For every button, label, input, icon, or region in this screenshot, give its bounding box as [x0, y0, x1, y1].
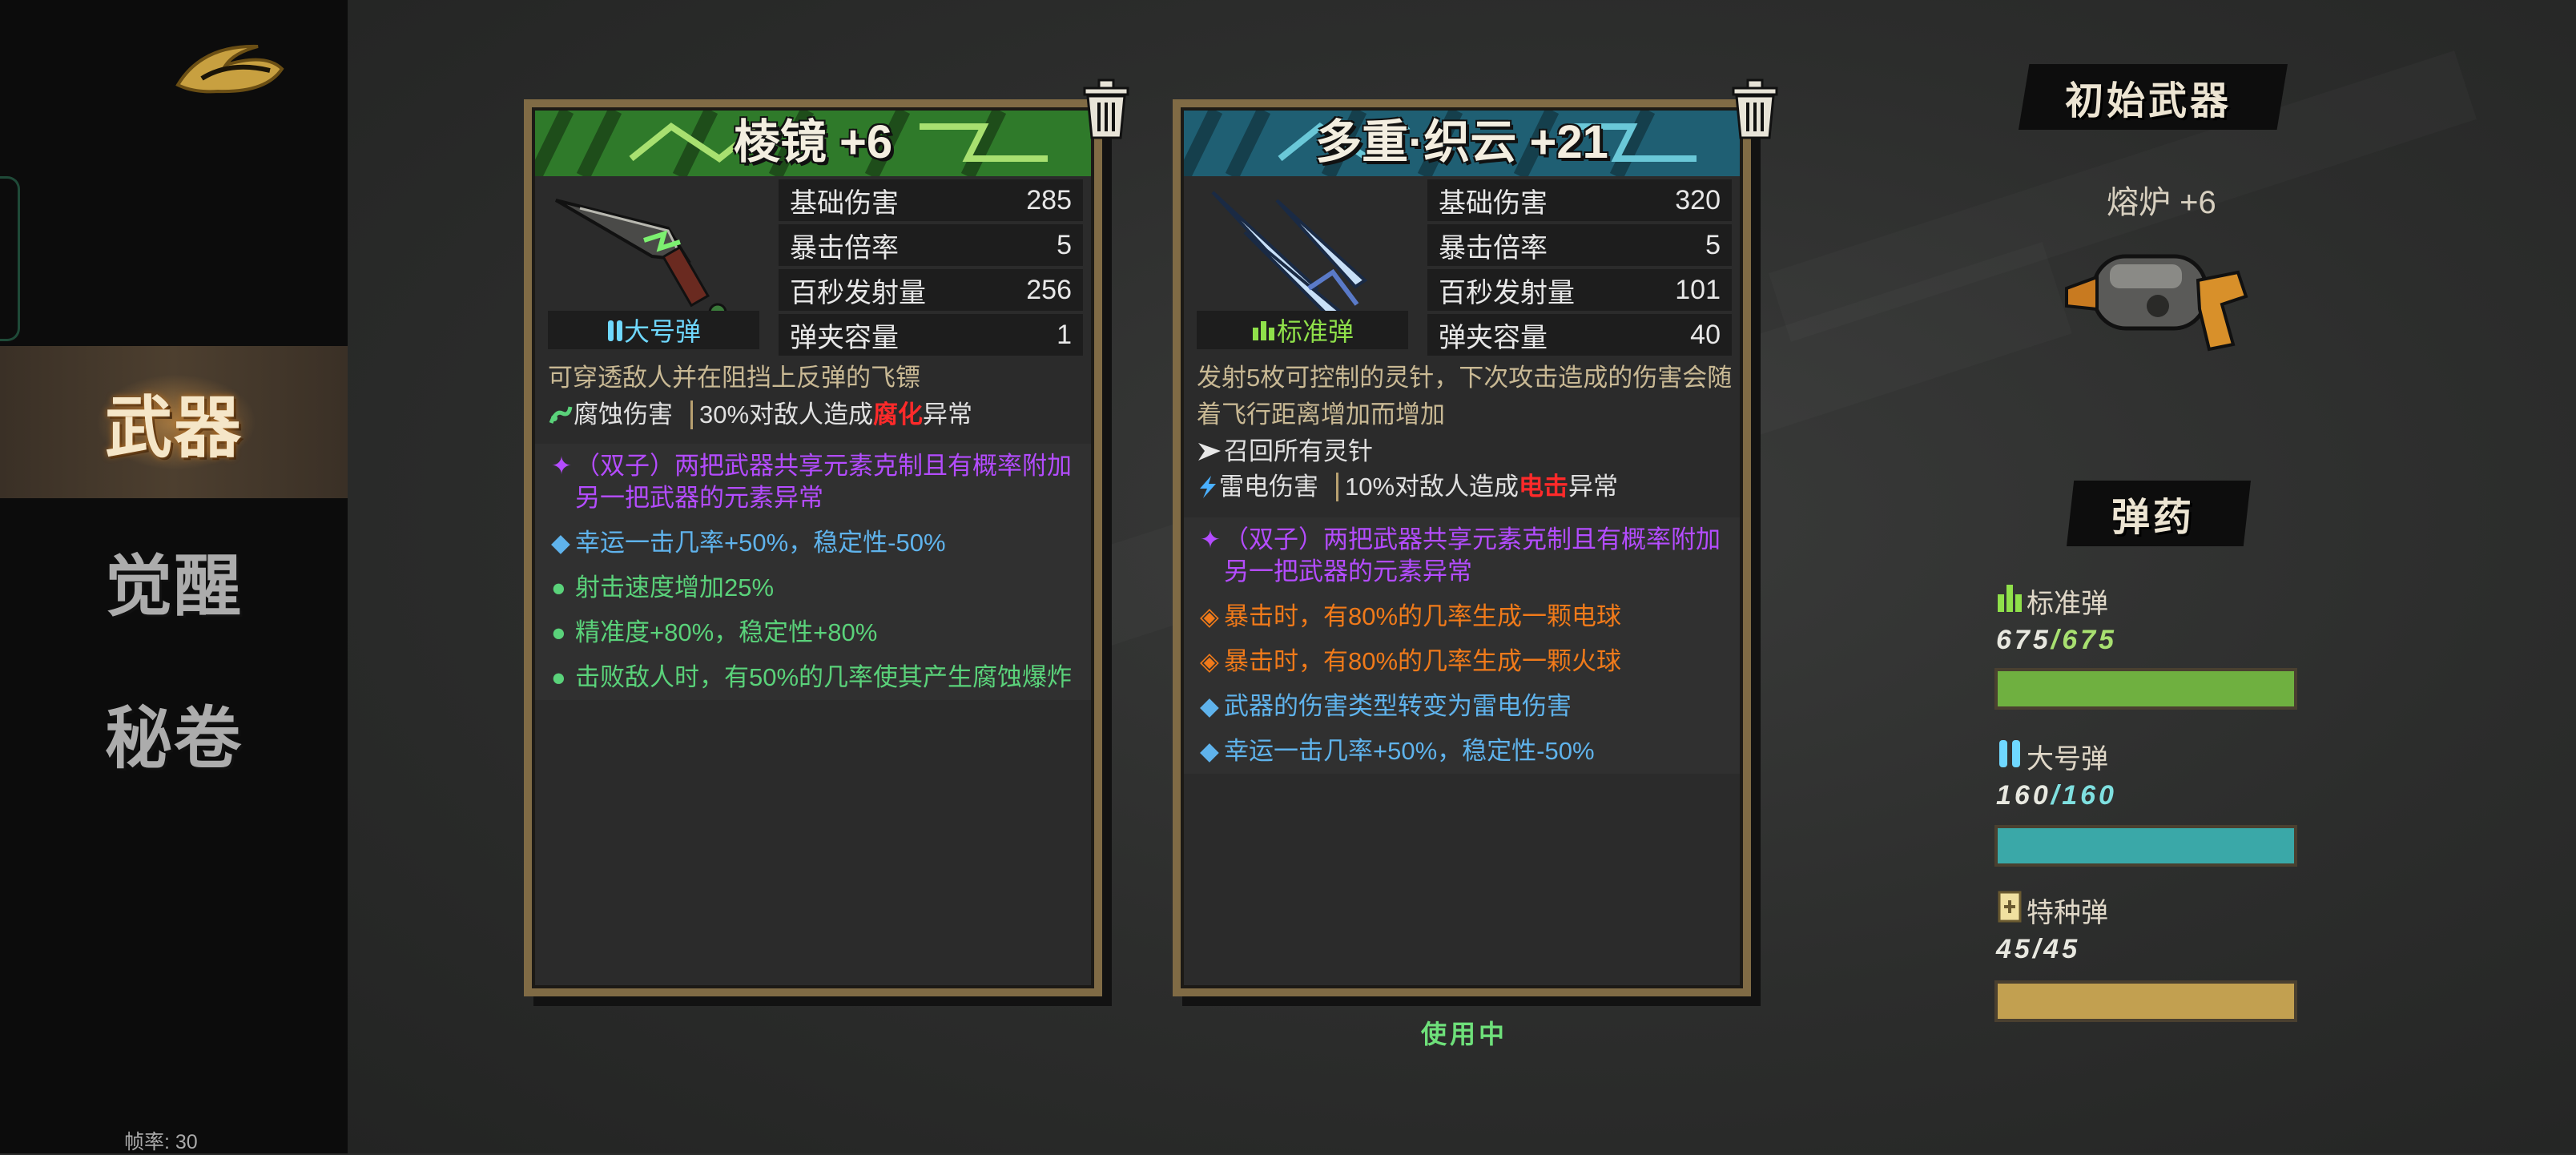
- stat-row: 百秒发射量 256: [779, 269, 1083, 311]
- game-logo-icon: [175, 44, 284, 94]
- damage-line: 雷电伤害 10%对敌人造成 电击 异常: [1197, 469, 1733, 505]
- damage-effect-pre: 30%对敌人造成: [699, 400, 874, 429]
- ammo-heading: 弹药: [2111, 495, 2196, 540]
- stat-value: 285: [1026, 184, 1072, 215]
- weapon-card-2[interactable]: 多重·织云 +21 标准弹 基础伤害 320 暴击倍率 5 百秒发射量 101 弹夹容…: [1173, 78, 1778, 996]
- damage-type: 腐蚀伤害: [574, 400, 673, 429]
- damage-line: 腐蚀伤害 30%对敌人造成 腐化 异常: [548, 397, 1085, 433]
- stat-row: 百秒发射量 101: [1427, 269, 1732, 311]
- stat-value: 101: [1675, 274, 1721, 305]
- trait-list: ✦ （双子）两把武器共享元素克制且有概率附加另一把武器的元素异常 ◈ 暴击时，有80…: [1184, 517, 1740, 774]
- ammo-large-label: 大号弹: [2027, 744, 2108, 775]
- damage-effect-key: 腐化: [873, 400, 924, 429]
- tab-weapons[interactable]: 武器: [0, 346, 348, 498]
- stat-label: 百秒发射量: [1439, 277, 1575, 308]
- ammo-large-bar: [1994, 825, 2297, 867]
- ammo-type-label: 标准弹: [1276, 317, 1354, 346]
- lightning-icon: [1200, 476, 1216, 498]
- stat-value: 1: [1057, 319, 1072, 350]
- trait-list: ✦ （双子）两把武器共享元素克制且有概率附加另一把武器的元素异常 ◆ 幸运一击几率+…: [535, 444, 1091, 700]
- standard-ammo-icon: [1998, 585, 2022, 612]
- in-use-label: 使用中: [1421, 1020, 1508, 1048]
- corrosion-icon: [549, 406, 573, 424]
- special-ammo-icon: [1998, 891, 2022, 923]
- trait-item: ✦ （双子）两把武器共享元素克制且有概率附加另一把武器的元素异常: [551, 452, 1072, 512]
- stat-label: 暴击倍率: [790, 232, 899, 264]
- stat-row: 暴击倍率 5: [779, 224, 1083, 266]
- recall-label: 召回所有灵针: [1224, 437, 1373, 465]
- ammo-special-label: 特种弹: [2027, 898, 2108, 928]
- damage-effect-key: 电击: [1519, 473, 1569, 501]
- stat-value: 40: [1690, 319, 1721, 350]
- trait-item: ◆ 幸运一击几率+50%，稳定性-50%: [1200, 737, 1595, 765]
- large-ammo-icon: [607, 320, 622, 341]
- stat-label: 弹夹容量: [790, 322, 899, 353]
- trait-item: ◈ 暴击时，有80%的几率生成一颗电球: [1200, 602, 1622, 630]
- tab-weapons-label: 武器: [104, 387, 243, 467]
- ammo-large-count: 160/160: [1996, 780, 2117, 811]
- prism-dart-icon: [554, 199, 727, 322]
- stat-label: 基础伤害: [1439, 187, 1548, 219]
- weapon-description: 可穿透敌人并在阻挡上反弹的飞镖: [548, 364, 920, 392]
- initial-weapon-heading: 初始武器: [2065, 78, 2232, 123]
- sidebar: 武器 觉醒 秘卷 帧率: 30: [0, 0, 348, 1153]
- stat-row: 暴击倍率 5: [1427, 224, 1732, 266]
- weapon-description: 发射5枚可控制的灵针，下次攻击造成的伤害会随着飞行距离增加而增加: [1197, 364, 1733, 429]
- ammo-special-bar: [1994, 980, 2297, 1022]
- tab-scrolls-label: 秘卷: [104, 698, 243, 778]
- initial-weapon-name: 熔炉 +6: [2107, 185, 2216, 220]
- stat-label: 弹夹容量: [1439, 322, 1548, 353]
- stats-table: 基础伤害 285 暴击倍率 5 百秒发射量 256 弹夹容量 1: [779, 179, 1083, 359]
- trash-icon[interactable]: [1727, 77, 1783, 141]
- damage-effect-pre: 10%对敌人造成: [1345, 473, 1519, 501]
- stat-row: 弹夹容量 1: [779, 314, 1083, 356]
- weapon-title: 棱镜 +6: [733, 116, 893, 168]
- stat-row: 基础伤害 285: [779, 179, 1083, 221]
- trait-item: ◆ 幸运一击几率+50%，稳定性-50%: [551, 529, 946, 557]
- spirit-needle-icon: [1211, 191, 1368, 321]
- tab-scrolls[interactable]: 秘卷: [0, 657, 348, 809]
- furnace-weapon-icon[interactable]: [2062, 232, 2254, 360]
- side-edge-bracket: [0, 176, 20, 341]
- ammo-standard-count: 675/675: [1996, 625, 2117, 655]
- stats-table: 基础伤害 320 暴击倍率 5 百秒发射量 101 弹夹容量 40: [1427, 179, 1732, 359]
- standard-ammo-icon: [1252, 321, 1274, 340]
- weapon-title: 多重·织云 +21: [1315, 116, 1608, 168]
- stat-value: 5: [1705, 229, 1721, 260]
- ammo-standard-bar: [1994, 668, 2297, 710]
- ammo-standard-label: 标准弹: [2027, 589, 2108, 619]
- stat-value: 5: [1057, 229, 1072, 260]
- large-ammo-icon: [1999, 740, 2020, 767]
- stat-value: 320: [1675, 184, 1721, 215]
- ammo-type-tag: 大号弹: [548, 311, 759, 349]
- damage-effect-post: 异常: [1568, 473, 1619, 501]
- fps-readout: 帧率: 30: [124, 1131, 198, 1153]
- stat-label: 基础伤害: [790, 187, 899, 219]
- damage-effect-post: 异常: [923, 400, 973, 429]
- trait-item: ● 射击速度增加25%: [551, 573, 775, 602]
- stat-label: 暴击倍率: [1439, 232, 1548, 264]
- trait-item: ● 精准度+80%，稳定性+80%: [551, 618, 878, 646]
- recall-line: 召回所有灵针: [1197, 434, 1733, 469]
- stat-row: 基础伤害 320: [1427, 179, 1732, 221]
- tab-awakening[interactable]: 觉醒: [0, 505, 348, 657]
- damage-type: 雷电伤害: [1219, 473, 1318, 501]
- trait-item: ● 击败敌人时，有50%的几率使其产生腐蚀爆炸: [551, 663, 1073, 691]
- weapon-card-1[interactable]: 棱镜 +6 大号弹 基础伤害 285 暴击倍率 5 百秒发射量 256 弹夹容量 1 可…: [524, 78, 1129, 996]
- trait-item: ◆ 武器的伤害类型转变为雷电伤害: [1200, 692, 1572, 720]
- ammo-special-count: 45/45: [1996, 934, 2081, 964]
- recall-icon: [1198, 443, 1221, 461]
- trait-item: ✦ （双子）两把武器共享元素克制且有概率附加另一把武器的元素异常: [1200, 525, 1721, 586]
- ammo-type-tag: 标准弹: [1197, 311, 1408, 349]
- trait-item: ◈ 暴击时，有80%的几率生成一颗火球: [1200, 647, 1622, 675]
- ammo-type-label: 大号弹: [623, 317, 701, 346]
- stat-row: 弹夹容量 40: [1427, 314, 1732, 356]
- tab-awakening-label: 觉醒: [104, 545, 243, 626]
- stat-label: 百秒发射量: [790, 277, 926, 308]
- stat-value: 256: [1026, 274, 1072, 305]
- trash-icon[interactable]: [1078, 77, 1134, 141]
